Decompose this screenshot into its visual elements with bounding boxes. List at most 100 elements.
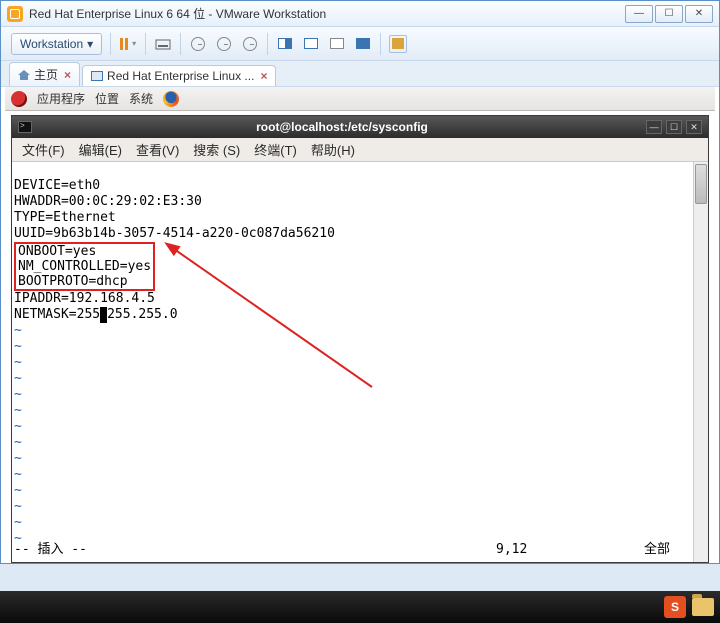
scrollbar-thumb[interactable] bbox=[695, 164, 707, 204]
line-netmask-b: 255.255.0 bbox=[107, 307, 177, 322]
window-title: Red Hat Enterprise Linux 6 64 位 - VMware… bbox=[29, 5, 625, 22]
close-icon[interactable]: × bbox=[64, 68, 71, 82]
line-hwaddr: HWADDR=00:0C:29:02:E3:30 bbox=[14, 194, 202, 209]
pause-icon bbox=[120, 38, 128, 50]
annotation-arrow bbox=[162, 237, 462, 417]
tilde-line: ~ bbox=[14, 387, 22, 402]
tab-home[interactable]: 主页 × bbox=[9, 62, 80, 86]
menu-file[interactable]: 文件(F) bbox=[16, 138, 71, 161]
line-onboot: ONBOOT=yes bbox=[18, 244, 96, 259]
line-nmcontrolled: NM_CONTROLLED=yes bbox=[18, 259, 151, 274]
clock-manage-icon bbox=[243, 37, 257, 51]
keyboard-icon bbox=[155, 37, 171, 51]
terminal-window: root@localhost:/etc/sysconfig — ☐ ✕ 文件(F… bbox=[11, 115, 709, 563]
workstation-label: Workstation bbox=[20, 37, 83, 51]
title-bar: Red Hat Enterprise Linux 6 64 位 - VMware… bbox=[1, 1, 719, 27]
highlighted-box: ONBOOT=yes NM_CONTROLLED=yes BOOTPROTO=d… bbox=[14, 242, 155, 291]
menu-places[interactable]: 位置 bbox=[95, 90, 119, 107]
divider bbox=[180, 33, 181, 55]
manage-snapshots-button[interactable] bbox=[241, 35, 259, 53]
menu-search[interactable]: 搜索 (S) bbox=[187, 138, 246, 161]
terminal-menu-bar: 文件(F) 编辑(E) 查看(V) 搜索 (S) 终端(T) 帮助(H) bbox=[12, 138, 708, 162]
tab-home-label: 主页 bbox=[34, 66, 58, 83]
clock-back-icon bbox=[217, 37, 231, 51]
dropdown-icon: ▾ bbox=[87, 37, 93, 51]
quickswitch-icon bbox=[392, 38, 404, 49]
terminal-body[interactable]: DEVICE=eth0 HWADDR=00:0C:29:02:E3:30 TYP… bbox=[12, 162, 708, 562]
view-split-button[interactable] bbox=[276, 35, 294, 53]
tilde-line: ~ bbox=[14, 339, 22, 354]
terminal-scrollbar[interactable] bbox=[693, 162, 708, 562]
tilde-line: ~ bbox=[14, 403, 22, 418]
line-uuid: UUID=9b63b14b-3057-4514-a220-0c087da5621… bbox=[14, 226, 335, 241]
tilde-line: ~ bbox=[14, 467, 22, 482]
tilde-line: ~ bbox=[14, 355, 22, 370]
divider bbox=[267, 33, 268, 55]
revert-snapshot-button[interactable] bbox=[215, 35, 233, 53]
view-fullscreen-button[interactable] bbox=[354, 35, 372, 53]
host-taskbar: S bbox=[0, 591, 720, 623]
fullscreen-icon bbox=[356, 38, 370, 49]
menu-system[interactable]: 系统 bbox=[129, 90, 153, 107]
folder-icon[interactable] bbox=[692, 598, 714, 616]
view-unity-button[interactable] bbox=[302, 35, 320, 53]
split-screen-icon bbox=[278, 38, 292, 49]
terminal-controls: — ☐ ✕ bbox=[646, 120, 702, 134]
quick-switch-button[interactable] bbox=[389, 35, 407, 53]
terminal-close-button[interactable]: ✕ bbox=[686, 120, 702, 134]
minimize-button[interactable]: — bbox=[625, 5, 653, 23]
window-controls: — ☐ ✕ bbox=[625, 5, 713, 23]
tilde-line: ~ bbox=[14, 483, 22, 498]
divider bbox=[145, 33, 146, 55]
tilde-line: ~ bbox=[14, 499, 22, 514]
maximize-button[interactable]: ☐ bbox=[655, 5, 683, 23]
sogou-ime-icon[interactable]: S bbox=[664, 596, 686, 618]
terminal-maximize-button[interactable]: ☐ bbox=[666, 120, 682, 134]
home-icon bbox=[18, 70, 30, 80]
tilde-line: ~ bbox=[14, 419, 22, 434]
vim-cursor-pos: 9,12 bbox=[496, 542, 616, 558]
terminal-minimize-button[interactable]: — bbox=[646, 120, 662, 134]
line-bootproto: BOOTPROTO=dhcp bbox=[18, 274, 128, 289]
line-type: TYPE=Ethernet bbox=[14, 210, 116, 225]
terminal-content[interactable]: DEVICE=eth0 HWADDR=00:0C:29:02:E3:30 TYP… bbox=[12, 162, 693, 562]
gnome-panel: 应用程序 位置 系统 bbox=[5, 87, 715, 111]
menu-edit[interactable]: 编辑(E) bbox=[73, 138, 128, 161]
vm-icon bbox=[91, 71, 103, 81]
vim-mode: -- 插入 -- bbox=[14, 542, 496, 558]
divider bbox=[380, 33, 381, 55]
tab-bar: 主页 × Red Hat Enterprise Linux ... × bbox=[1, 61, 719, 87]
vim-status-line: -- 插入 -- 9,12 全部 bbox=[14, 542, 676, 558]
terminal-icon bbox=[18, 121, 32, 133]
send-ctrl-alt-del-button[interactable] bbox=[154, 35, 172, 53]
chevron-down-icon: ▾ bbox=[132, 39, 136, 48]
menu-applications[interactable]: 应用程序 bbox=[37, 90, 85, 107]
vmware-icon bbox=[7, 6, 23, 22]
line-ipaddr: IPADDR=192.168.4.5 bbox=[14, 291, 155, 306]
terminal-title: root@localhost:/etc/sysconfig bbox=[38, 120, 646, 134]
unity-icon bbox=[304, 38, 318, 49]
vmware-window: Red Hat Enterprise Linux 6 64 位 - VMware… bbox=[0, 0, 720, 564]
terminal-title-bar: root@localhost:/etc/sysconfig — ☐ ✕ bbox=[12, 116, 708, 138]
close-icon[interactable]: × bbox=[260, 69, 267, 83]
tilde-line: ~ bbox=[14, 323, 22, 338]
close-button[interactable]: ✕ bbox=[685, 5, 713, 23]
menu-terminal[interactable]: 终端(T) bbox=[248, 138, 303, 161]
line-device: DEVICE=eth0 bbox=[14, 178, 100, 193]
menu-help[interactable]: 帮助(H) bbox=[305, 138, 361, 161]
workstation-menu[interactable]: Workstation ▾ bbox=[11, 33, 102, 55]
menu-view[interactable]: 查看(V) bbox=[130, 138, 185, 161]
tab-vm-label: Red Hat Enterprise Linux ... bbox=[107, 69, 254, 83]
view-console-button[interactable] bbox=[328, 35, 346, 53]
divider bbox=[110, 33, 111, 55]
clock-icon bbox=[191, 37, 205, 51]
tilde-line: ~ bbox=[14, 435, 22, 450]
redhat-icon[interactable] bbox=[11, 91, 27, 107]
snapshot-button[interactable] bbox=[189, 35, 207, 53]
tilde-line: ~ bbox=[14, 515, 22, 530]
pause-button[interactable]: ▾ bbox=[119, 35, 137, 53]
tab-vm[interactable]: Red Hat Enterprise Linux ... × bbox=[82, 65, 276, 86]
vim-scroll: 全部 bbox=[616, 542, 676, 558]
firefox-icon[interactable] bbox=[163, 91, 179, 107]
main-toolbar: Workstation ▾ ▾ bbox=[1, 27, 719, 61]
